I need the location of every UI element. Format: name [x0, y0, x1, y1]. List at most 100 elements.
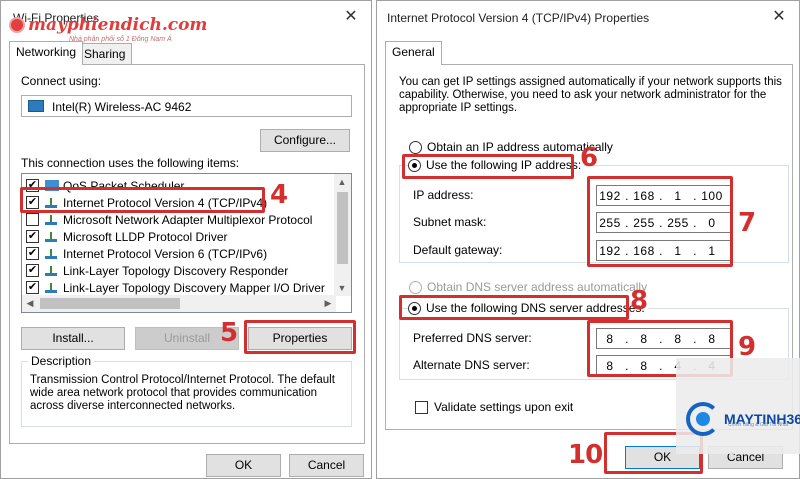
list-item-label: Microsoft LLDP Protocol Driver — [63, 229, 228, 244]
list-item-label: Microsoft Network Adapter Multiplexor Pr… — [63, 212, 313, 227]
adapter-name: Intel(R) Wireless-AC 9462 — [52, 100, 192, 114]
scroll-thumb[interactable] — [337, 192, 348, 264]
ip-octet: 8 — [606, 331, 614, 346]
checkbox[interactable]: ✔ — [26, 230, 39, 243]
tab-sharing[interactable]: Sharing — [77, 43, 133, 65]
scroll-right-icon[interactable]: ▶ — [320, 295, 336, 311]
mayphiendich-logo: mayphiendich.com — [9, 15, 207, 35]
vertical-scrollbar[interactable]: ▲ ▼ — [334, 174, 351, 296]
list-item-label: Link-Layer Topology Discovery Responder — [63, 263, 289, 278]
items-listbox[interactable]: ✔ QoS Packet Scheduler ✔ Internet Protoc… — [21, 173, 352, 313]
hscroll-thumb[interactable] — [40, 298, 180, 309]
ip-octet: 192 — [599, 243, 621, 258]
right-close-icon[interactable]: ✕ — [769, 7, 789, 27]
ip-octet: 1 — [708, 243, 716, 258]
radio-label: Use the following IP address: — [426, 158, 582, 172]
description-label: Description — [28, 354, 95, 368]
checkbox[interactable]: ✔ — [26, 247, 39, 260]
tab-networking[interactable]: Networking — [9, 41, 84, 65]
list-item-label: Internet Protocol Version 6 (TCP/IPv6) — [63, 246, 268, 261]
list-item[interactable]: ✔ Link-Layer Topology Discovery Mapper I… — [26, 279, 325, 296]
networking-panel: Connect using: Intel(R) Wireless-AC 9462… — [9, 64, 365, 444]
properties-button[interactable]: Properties — [248, 327, 352, 350]
ip-octet: 0 — [708, 215, 716, 230]
radio-use-following-ip[interactable]: Use the following IP address: — [408, 158, 585, 172]
ip-octet: 8 — [606, 358, 614, 373]
tab-general[interactable]: General — [385, 41, 442, 65]
gateway-field[interactable]: 192. 168. 1. 1 — [596, 240, 732, 261]
preferred-dns-field[interactable]: 8. 8. 8. 8 — [596, 328, 732, 349]
network-protocol-icon — [45, 265, 59, 276]
left-ok-button[interactable]: OK — [206, 454, 281, 477]
ip-octet: 168 — [633, 188, 655, 203]
ip-octet: 255 — [633, 215, 655, 230]
checkbox[interactable]: ✔ — [26, 264, 39, 277]
left-close-icon[interactable]: ✕ — [341, 7, 361, 27]
ip-address-field[interactable]: 192. 168. 1. 100 — [596, 185, 732, 206]
connect-using-label: Connect using: — [21, 74, 102, 88]
gateway-label: Default gateway: — [413, 243, 503, 257]
network-protocol-icon — [45, 197, 59, 208]
radio-use-following-dns[interactable]: Use the following DNS server addresses: — [408, 301, 648, 315]
radio-dot[interactable] — [409, 280, 422, 294]
ip-octet: 1 — [674, 243, 682, 258]
ip-octet: 168 — [633, 243, 655, 258]
ip-octet: 1 — [674, 188, 682, 203]
network-protocol-icon — [45, 248, 59, 259]
adapter-box: Intel(R) Wireless-AC 9462 — [21, 95, 352, 117]
wifi-properties-dialog: Wi-Fi Properties ✕ mayphiendich.com Nhà … — [0, 0, 372, 479]
list-item-label: QoS Packet Scheduler — [63, 178, 185, 193]
list-item[interactable]: ✔ Microsoft LLDP Protocol Driver — [26, 228, 228, 245]
radio-dot[interactable] — [409, 140, 422, 154]
validate-label: Validate settings upon exit — [434, 400, 574, 414]
left-cancel-button[interactable]: Cancel — [289, 454, 364, 477]
radio-dot-selected[interactable] — [408, 158, 421, 172]
step-number-4: 4 — [270, 180, 288, 210]
right-dialog-title: Internet Protocol Version 4 (TCP/IPv4) P… — [387, 11, 650, 25]
checkbox[interactable]: ✔ — [26, 179, 39, 192]
step-number-5: 5 — [220, 318, 238, 348]
list-item[interactable]: ✔ QoS Packet Scheduler — [26, 177, 184, 194]
description-group: Description Transmission Control Protoco… — [21, 354, 352, 427]
scroll-up-icon[interactable]: ▲ — [334, 174, 350, 190]
radio-obtain-dns-auto[interactable]: Obtain DNS server address automatically — [409, 280, 647, 294]
ip-octet: 8 — [640, 331, 648, 346]
description-text: Transmission Control Protocol/Internet P… — [30, 374, 335, 412]
list-item[interactable]: ✔ Internet Protocol Version 6 (TCP/IPv6) — [26, 245, 267, 262]
install-button[interactable]: Install... — [21, 327, 125, 350]
checkbox[interactable]: ✔ — [26, 281, 39, 294]
right-titlebar: Internet Protocol Version 4 (TCP/IPv4) P… — [377, 1, 799, 33]
maytinh365-ring-icon — [686, 402, 720, 436]
step-number-8: 8 — [630, 286, 648, 316]
watermark-brand: mayphiendich.com — [28, 15, 208, 35]
scroll-left-icon[interactable]: ◀ — [22, 295, 38, 311]
globe-icon — [9, 17, 25, 33]
checkbox[interactable] — [26, 213, 39, 226]
horizontal-scrollbar[interactable]: ◀ ▶ — [22, 295, 336, 312]
watermark-tagline: Nhà phân phối số 1 Đông Nam Á — [69, 36, 172, 43]
scroll-down-icon[interactable]: ▼ — [334, 280, 350, 296]
alternate-dns-label: Alternate DNS server: — [413, 358, 530, 372]
network-protocol-icon — [45, 214, 59, 225]
ip-octet: 255 — [667, 215, 689, 230]
subnet-mask-field[interactable]: 255. 255. 255. 0 — [596, 212, 732, 233]
radio-dot-selected[interactable] — [408, 301, 421, 315]
checkbox[interactable]: ✔ — [26, 196, 39, 209]
ip-octet: 192 — [599, 188, 621, 203]
qos-icon — [45, 180, 59, 191]
list-item[interactable]: ✔ Link-Layer Topology Discovery Responde… — [26, 262, 288, 279]
step-number-6: 6 — [580, 143, 598, 173]
validate-checkbox[interactable] — [415, 400, 428, 414]
step-number-7: 7 — [738, 208, 756, 238]
list-item-label: Link-Layer Topology Discovery Mapper I/O… — [63, 280, 325, 295]
list-item[interactable]: Microsoft Network Adapter Multiplexor Pr… — [26, 211, 312, 228]
ip-octet: 8 — [640, 358, 648, 373]
ip-settings-group: Use the following IP address: IP address… — [399, 158, 789, 263]
radio-label: Use the following DNS server addresses: — [426, 301, 645, 315]
preferred-dns-label: Preferred DNS server: — [413, 331, 532, 345]
list-item[interactable]: ✔ Internet Protocol Version 4 (TCP/IPv4) — [26, 194, 267, 211]
validate-checkbox-row[interactable]: Validate settings upon exit — [415, 400, 573, 414]
configure-button[interactable]: Configure... — [260, 129, 350, 152]
network-protocol-icon — [45, 282, 59, 293]
ip-address-label: IP address: — [413, 188, 474, 202]
